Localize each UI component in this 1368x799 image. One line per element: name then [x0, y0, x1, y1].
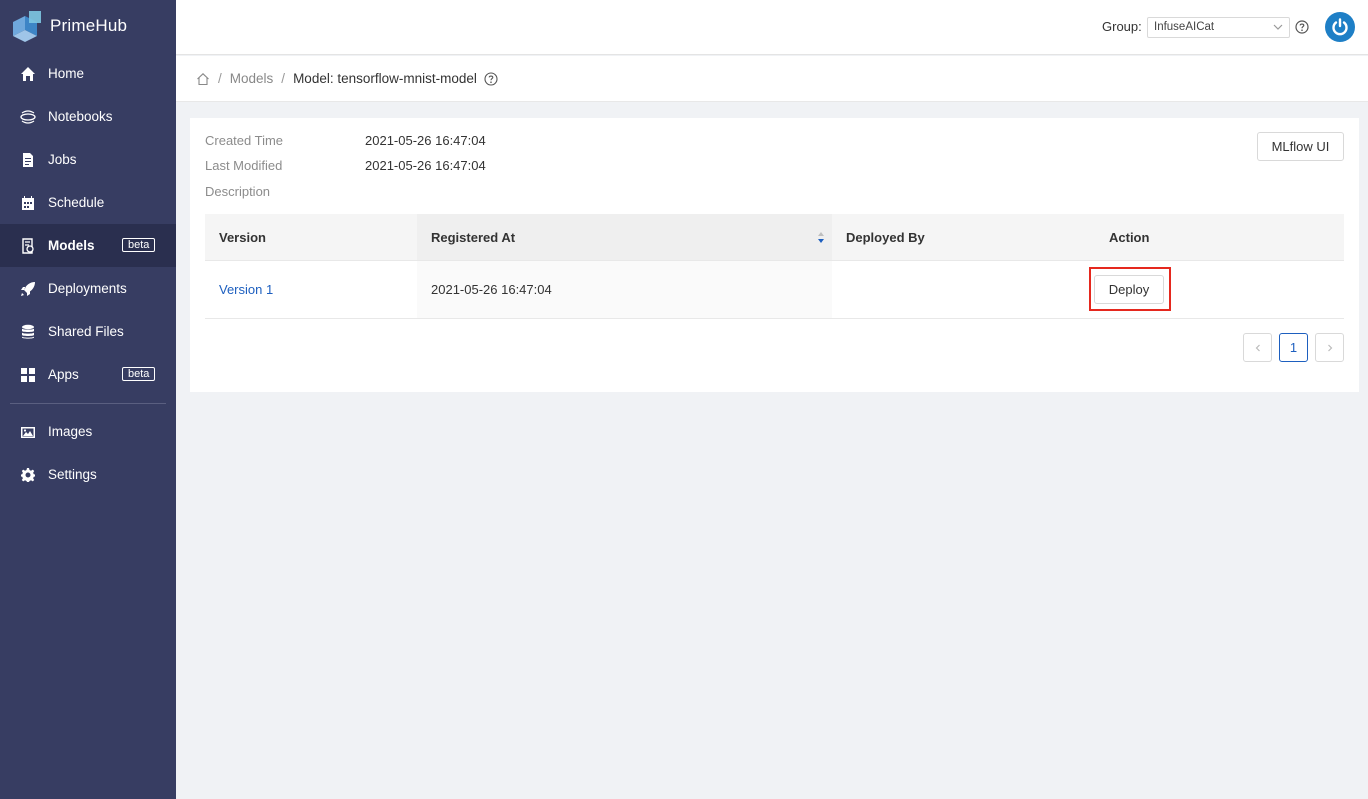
action-cell: Deploy	[1089, 261, 1344, 318]
pagination-page-button[interactable]: 1	[1279, 333, 1308, 362]
versions-table: Version Registered At Deployed By Action…	[205, 214, 1344, 319]
chevron-left-icon	[1255, 344, 1260, 351]
top-header: Group: InfuseAICat	[176, 0, 1368, 55]
sidebar-item-jobs[interactable]: Jobs	[0, 138, 176, 181]
sidebar-item-notebooks[interactable]: Notebooks	[0, 95, 176, 138]
deploy-button[interactable]: Deploy	[1094, 275, 1164, 304]
description-label: Description	[205, 184, 271, 199]
home-outline-icon[interactable]	[196, 72, 210, 86]
rocket-icon	[19, 280, 37, 298]
breadcrumb: / Models / Model: tensorflow-mnist-model	[176, 56, 1368, 102]
sidebar-item-deployments[interactable]: Deployments	[0, 267, 176, 310]
sidebar-item-schedule[interactable]: Schedule	[0, 181, 176, 224]
model-icon	[19, 237, 37, 255]
group-label: Group:	[1102, 19, 1142, 34]
pagination-next-button[interactable]	[1315, 333, 1344, 362]
column-header-deployed-by: Deployed By	[846, 229, 925, 245]
gear-icon	[19, 466, 37, 484]
brand-name: PrimeHub	[50, 16, 128, 35]
column-header-version: Version	[219, 229, 266, 245]
sidebar-item-images[interactable]: Images	[0, 410, 176, 453]
sidebar-divider	[10, 403, 166, 404]
sidebar-item-label: Jobs	[48, 152, 77, 167]
sidebar-item-label: Home	[48, 66, 85, 81]
deployed-by-cell	[832, 261, 1095, 318]
sidebar-item-label: Shared Files	[48, 324, 124, 339]
table-row: Version 1 2021-05-26 16:47:04 Deploy	[205, 261, 1344, 319]
user-avatar-power-icon[interactable]	[1325, 12, 1355, 42]
primehub-logo-icon	[13, 11, 41, 42]
beta-badge: beta	[122, 238, 156, 252]
breadcrumb-models-link[interactable]: Models	[230, 71, 274, 86]
column-header-registered-at[interactable]: Registered At	[417, 214, 832, 260]
question-circle-icon[interactable]	[484, 71, 498, 86]
sidebar-nav-bottom: Images Settings	[0, 410, 176, 496]
calendar-icon	[19, 194, 37, 212]
breadcrumb-separator: /	[218, 71, 222, 86]
mlflow-ui-button[interactable]: MLflow UI	[1257, 132, 1344, 161]
sidebar-nav: Home Notebooks Jobs Schedule Models beta…	[0, 52, 176, 396]
breadcrumb-separator: /	[281, 71, 286, 86]
last-modified-label: Last Modified	[205, 158, 283, 173]
sidebar-item-label: Models	[48, 238, 95, 253]
deploy-highlight-box: Deploy	[1089, 267, 1171, 311]
last-modified-value: 2021-05-26 16:47:04	[365, 158, 486, 173]
file-icon	[19, 151, 37, 169]
sidebar-item-label: Schedule	[48, 195, 105, 210]
question-circle-icon[interactable]	[1295, 20, 1309, 34]
sidebar-item-home[interactable]: Home	[0, 52, 176, 95]
sidebar-item-label: Notebooks	[48, 109, 113, 124]
sidebar-item-settings[interactable]: Settings	[0, 453, 176, 496]
sidebar-item-label: Apps	[48, 367, 79, 382]
sidebar-item-label: Deployments	[48, 281, 127, 296]
chevron-down-icon	[1273, 24, 1283, 30]
sidebar-item-label: Settings	[48, 467, 97, 482]
sidebar-item-label: Images	[48, 424, 93, 439]
group-select-value: InfuseAICat	[1154, 21, 1215, 33]
sidebar-item-apps[interactable]: Apps beta	[0, 353, 176, 396]
apps-grid-icon	[19, 366, 37, 384]
beta-badge: beta	[122, 367, 156, 381]
home-icon	[19, 65, 37, 83]
image-icon	[19, 423, 37, 441]
model-detail-card: Created Time 2021-05-26 16:47:04 Last Mo…	[190, 118, 1359, 392]
created-time-value: 2021-05-26 16:47:04	[365, 133, 486, 148]
sidebar-item-shared-files[interactable]: Shared Files	[0, 310, 176, 353]
version-link[interactable]: Version 1	[219, 282, 273, 297]
breadcrumb-current: Model: tensorflow-mnist-model	[293, 71, 477, 86]
chevron-right-icon	[1327, 344, 1332, 351]
version-cell: Version 1	[205, 261, 417, 318]
column-header-label: Registered At	[431, 229, 516, 245]
sidebar: PrimeHub Home Notebooks Jobs Schedule Mo…	[0, 0, 176, 799]
brand[interactable]: PrimeHub	[0, 0, 176, 52]
registered-at-cell: 2021-05-26 16:47:04	[417, 261, 832, 318]
column-header-action: Action	[1109, 229, 1150, 245]
created-time-label: Created Time	[205, 133, 284, 148]
sort-icon[interactable]	[817, 231, 825, 244]
pagination-prev-button[interactable]	[1243, 333, 1272, 362]
jupyter-icon	[19, 108, 37, 126]
table-header: Version Registered At Deployed By Action	[205, 214, 1344, 261]
database-icon	[19, 323, 37, 341]
group-select[interactable]: InfuseAICat	[1147, 17, 1290, 38]
sidebar-item-models[interactable]: Models beta	[0, 224, 176, 267]
